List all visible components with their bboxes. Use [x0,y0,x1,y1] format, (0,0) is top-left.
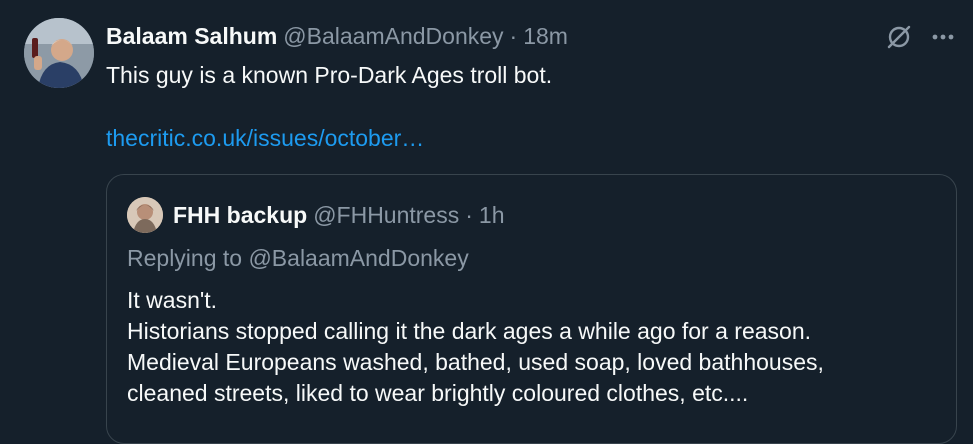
quoted-tweet[interactable]: FHH backup @FHHuntress · 1h Replying to … [106,174,957,444]
quote-text: It wasn't. Historians stopped calling it… [127,285,824,409]
quote-text-line: Medieval Europeans washed, bathed, used … [127,349,824,375]
tweet-header: Balaam Salhum @BalaamAndDonkey · 18m [106,21,568,51]
quote-header: FHH backup @FHHuntress · 1h [173,200,505,230]
tweet-text: This guy is a known Pro-Dark Ages troll … [106,62,553,88]
quote-separator-dot: · [465,201,473,228]
quote-text-line: Historians stopped calling it the dark a… [127,318,812,344]
separator-dot: · [509,22,518,49]
quote-author-avatar[interactable] [127,197,163,233]
replying-to: Replying to @BalaamAndDonkey [127,245,469,271]
tweet[interactable]: Balaam Salhum @BalaamAndDonkey · 18m Thi… [0,0,973,444]
more-icon[interactable] [928,22,958,52]
tweet-link[interactable]: thecritic.co.uk/issues/october… [106,123,424,153]
quote-time[interactable]: 1h [479,202,505,229]
author-avatar[interactable] [24,18,94,88]
quote-author-handle[interactable]: @FHHuntress [313,202,459,229]
author-name[interactable]: Balaam Salhum [106,23,277,50]
quote-author-name[interactable]: FHH backup [173,202,307,229]
tweet-time[interactable]: 18m [523,23,568,50]
author-handle[interactable]: @BalaamAndDonkey [283,23,503,50]
quote-text-line: cleaned streets, liked to wear brightly … [127,380,749,406]
grok-icon[interactable] [884,22,914,52]
quote-text-line: It wasn't. [127,287,218,313]
